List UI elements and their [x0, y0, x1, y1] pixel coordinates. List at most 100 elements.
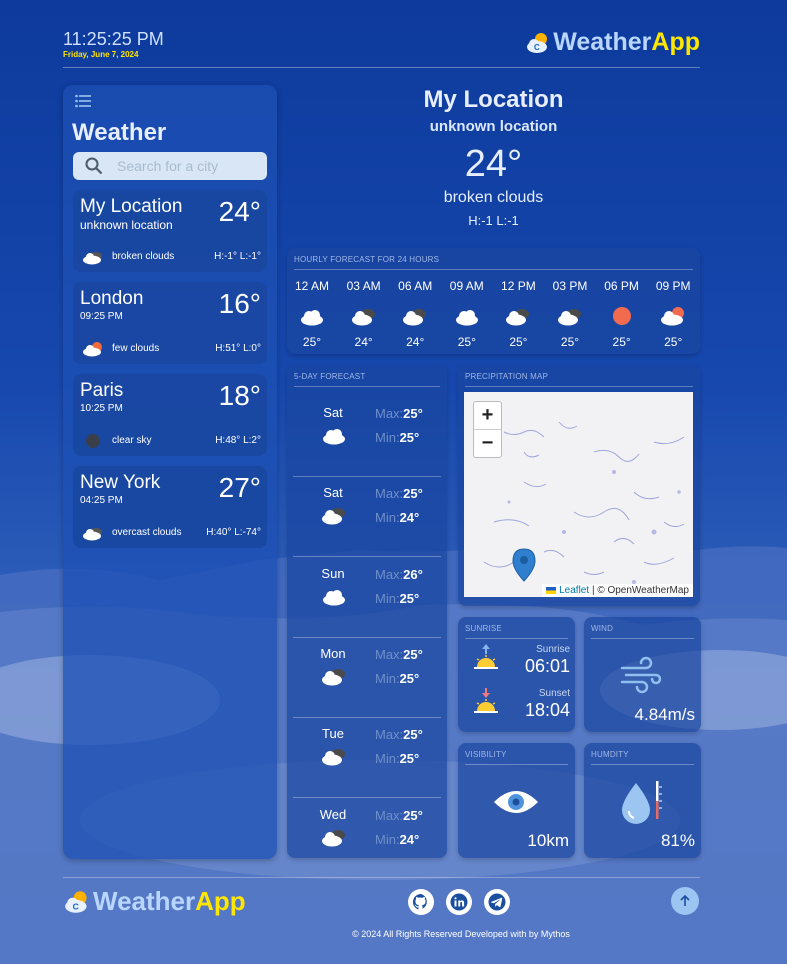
sidebar: Weather My Location unknown location 24°… — [63, 85, 277, 859]
forecast-min: Min:25° — [375, 751, 419, 766]
hour-time: 09 AM — [449, 279, 484, 293]
search-input[interactable] — [115, 157, 259, 175]
hour-time: 06 PM — [604, 279, 639, 293]
broken-clouds-icon — [322, 749, 345, 766]
forecast-day-name: Tue — [322, 726, 344, 742]
hourly-item: 06 PM 25° — [600, 279, 644, 349]
divider — [294, 269, 693, 270]
telegram-link[interactable] — [484, 889, 510, 915]
max-label: Max: — [375, 486, 404, 502]
ukraine-flag-icon — [546, 586, 557, 594]
wind-icon — [620, 656, 662, 694]
hourly-item: 09 PM 25° — [651, 279, 695, 349]
city-temp: 27° — [218, 472, 261, 503]
forecast-day-name: Sat — [323, 405, 343, 420]
sunrise-time: 06:01 — [524, 656, 570, 676]
search-box[interactable] — [73, 152, 267, 180]
city-card-my-location[interactable]: My Location unknown location 24° broken … — [73, 190, 267, 272]
hour-time: 12 PM — [501, 279, 536, 293]
max-label: Max: — [375, 566, 404, 582]
zoom-in-button[interactable]: + — [474, 402, 501, 429]
max-value: 25° — [403, 807, 423, 823]
footer-logo[interactable]: C Weather App — [63, 886, 246, 917]
menu-icon[interactable] — [75, 94, 91, 108]
max-label: Max: — [375, 646, 404, 662]
city-subtitle: unknown location — [80, 218, 173, 232]
linkedin-link[interactable] — [446, 889, 472, 915]
max-label: Max: — [375, 807, 404, 823]
visibility-value: 10km — [527, 831, 569, 850]
forecast-max: Max:25° — [375, 647, 423, 662]
forecast-min: Min:24° — [375, 510, 419, 525]
forecast-day-row: Sat Max:25° Min:25° — [293, 397, 441, 477]
sunrise-label: Sunrise — [536, 644, 570, 655]
hour-temp: 24° — [354, 335, 373, 349]
hour-time: 03 AM — [346, 279, 381, 293]
linkedin-icon — [450, 893, 468, 911]
hourly-item: 12 AM 25° — [290, 279, 334, 349]
forecast-min: Min:25° — [375, 430, 419, 445]
city-time: 09:25 PM — [80, 311, 123, 322]
zoom-out-button[interactable]: − — [474, 429, 501, 457]
current-location-name: My Location — [423, 86, 564, 113]
max-value: 25° — [403, 727, 423, 743]
forecast-day-name: Wed — [319, 806, 347, 822]
hour-temp: 25° — [509, 335, 528, 349]
logo-app-text: App — [651, 28, 700, 56]
sunrise-title: SUNRISE — [465, 624, 502, 633]
city-card-paris[interactable]: Paris 10:25 PM 18° clear sky H:48° L:2° — [73, 374, 267, 456]
leaflet-link[interactable]: Leaflet — [559, 585, 589, 596]
hourly-item: 09 AM 25° — [445, 279, 489, 349]
forecast-max: Max:25° — [375, 406, 423, 421]
sunset-time: 18:04 — [524, 700, 570, 720]
divider — [591, 638, 694, 639]
sunrise-card: SUNRISE Sunrise 06:01 Sunset 18:04 — [458, 617, 575, 732]
forecast-max: Max:25° — [375, 486, 423, 501]
city-high-low: H:40° L:-74° — [206, 527, 261, 538]
city-name: My Location — [80, 196, 183, 217]
overcast-clouds-icon — [83, 528, 102, 541]
hourly-item: 03 PM 25° — [548, 279, 592, 349]
logo-app-text: App — [195, 886, 246, 916]
min-label: Min: — [375, 751, 400, 767]
max-label: Max: — [375, 727, 404, 743]
humidity-card: HUMDITY 81% — [584, 743, 701, 858]
forecast-day-row: Sat Max:25° Min:24° — [293, 477, 441, 558]
search-icon — [85, 157, 103, 175]
scroll-to-top-button[interactable] — [671, 887, 699, 915]
forecast-min: Min:25° — [375, 671, 419, 686]
hour-time: 09 PM — [655, 279, 691, 293]
city-condition: clear sky — [112, 435, 152, 446]
forecast-max: Max:26° — [375, 567, 423, 582]
city-name: London — [80, 288, 144, 309]
forecast-min: Min:24° — [375, 832, 419, 847]
github-link[interactable] — [408, 889, 434, 915]
hourly-item: 06 AM 24° — [393, 279, 437, 349]
city-card-london[interactable]: London 09:25 PM 16° few clouds H:51° L:0… — [73, 282, 267, 364]
five-day-forecast-card: 5-DAY FORECAST Sat Max:25° Min:25° Sat Max:2… — [287, 365, 447, 858]
min-value: 25° — [399, 670, 420, 686]
svg-text:C: C — [534, 43, 540, 52]
visibility-card: VISIBILITY 10km — [458, 743, 575, 858]
forecast-day-name: Sat — [323, 485, 343, 501]
divider — [294, 386, 440, 387]
forecast-min: Min:25° — [375, 591, 419, 606]
city-condition: few clouds — [112, 343, 160, 354]
precipitation-map[interactable]: + − Leaflet | © OpenWeatherMap — [464, 392, 693, 597]
min-label: Min: — [375, 831, 400, 847]
current-time: 11:25:25 PM — [63, 29, 164, 49]
five-day-title: 5-DAY FORECAST — [294, 372, 366, 381]
humidity-drop-icon — [622, 781, 662, 824]
hour-time: 06 AM — [398, 279, 433, 293]
max-label: Max: — [375, 406, 404, 421]
svg-text:C: C — [73, 901, 79, 911]
hourly-item: 03 AM 24° — [342, 279, 386, 349]
city-card-new-york[interactable]: New York 04:25 PM 27° overcast clouds H:… — [73, 466, 267, 548]
forecast-day-row: Sun Max:26° Min:25° — [293, 558, 441, 638]
min-label: Min: — [375, 590, 400, 606]
app-logo[interactable]: C Weather App — [525, 28, 700, 57]
broken-clouds-icon — [322, 508, 345, 525]
sunset-label: Sunset — [538, 688, 570, 699]
hour-temp: 25° — [302, 335, 322, 349]
arrow-up-icon — [680, 894, 690, 906]
